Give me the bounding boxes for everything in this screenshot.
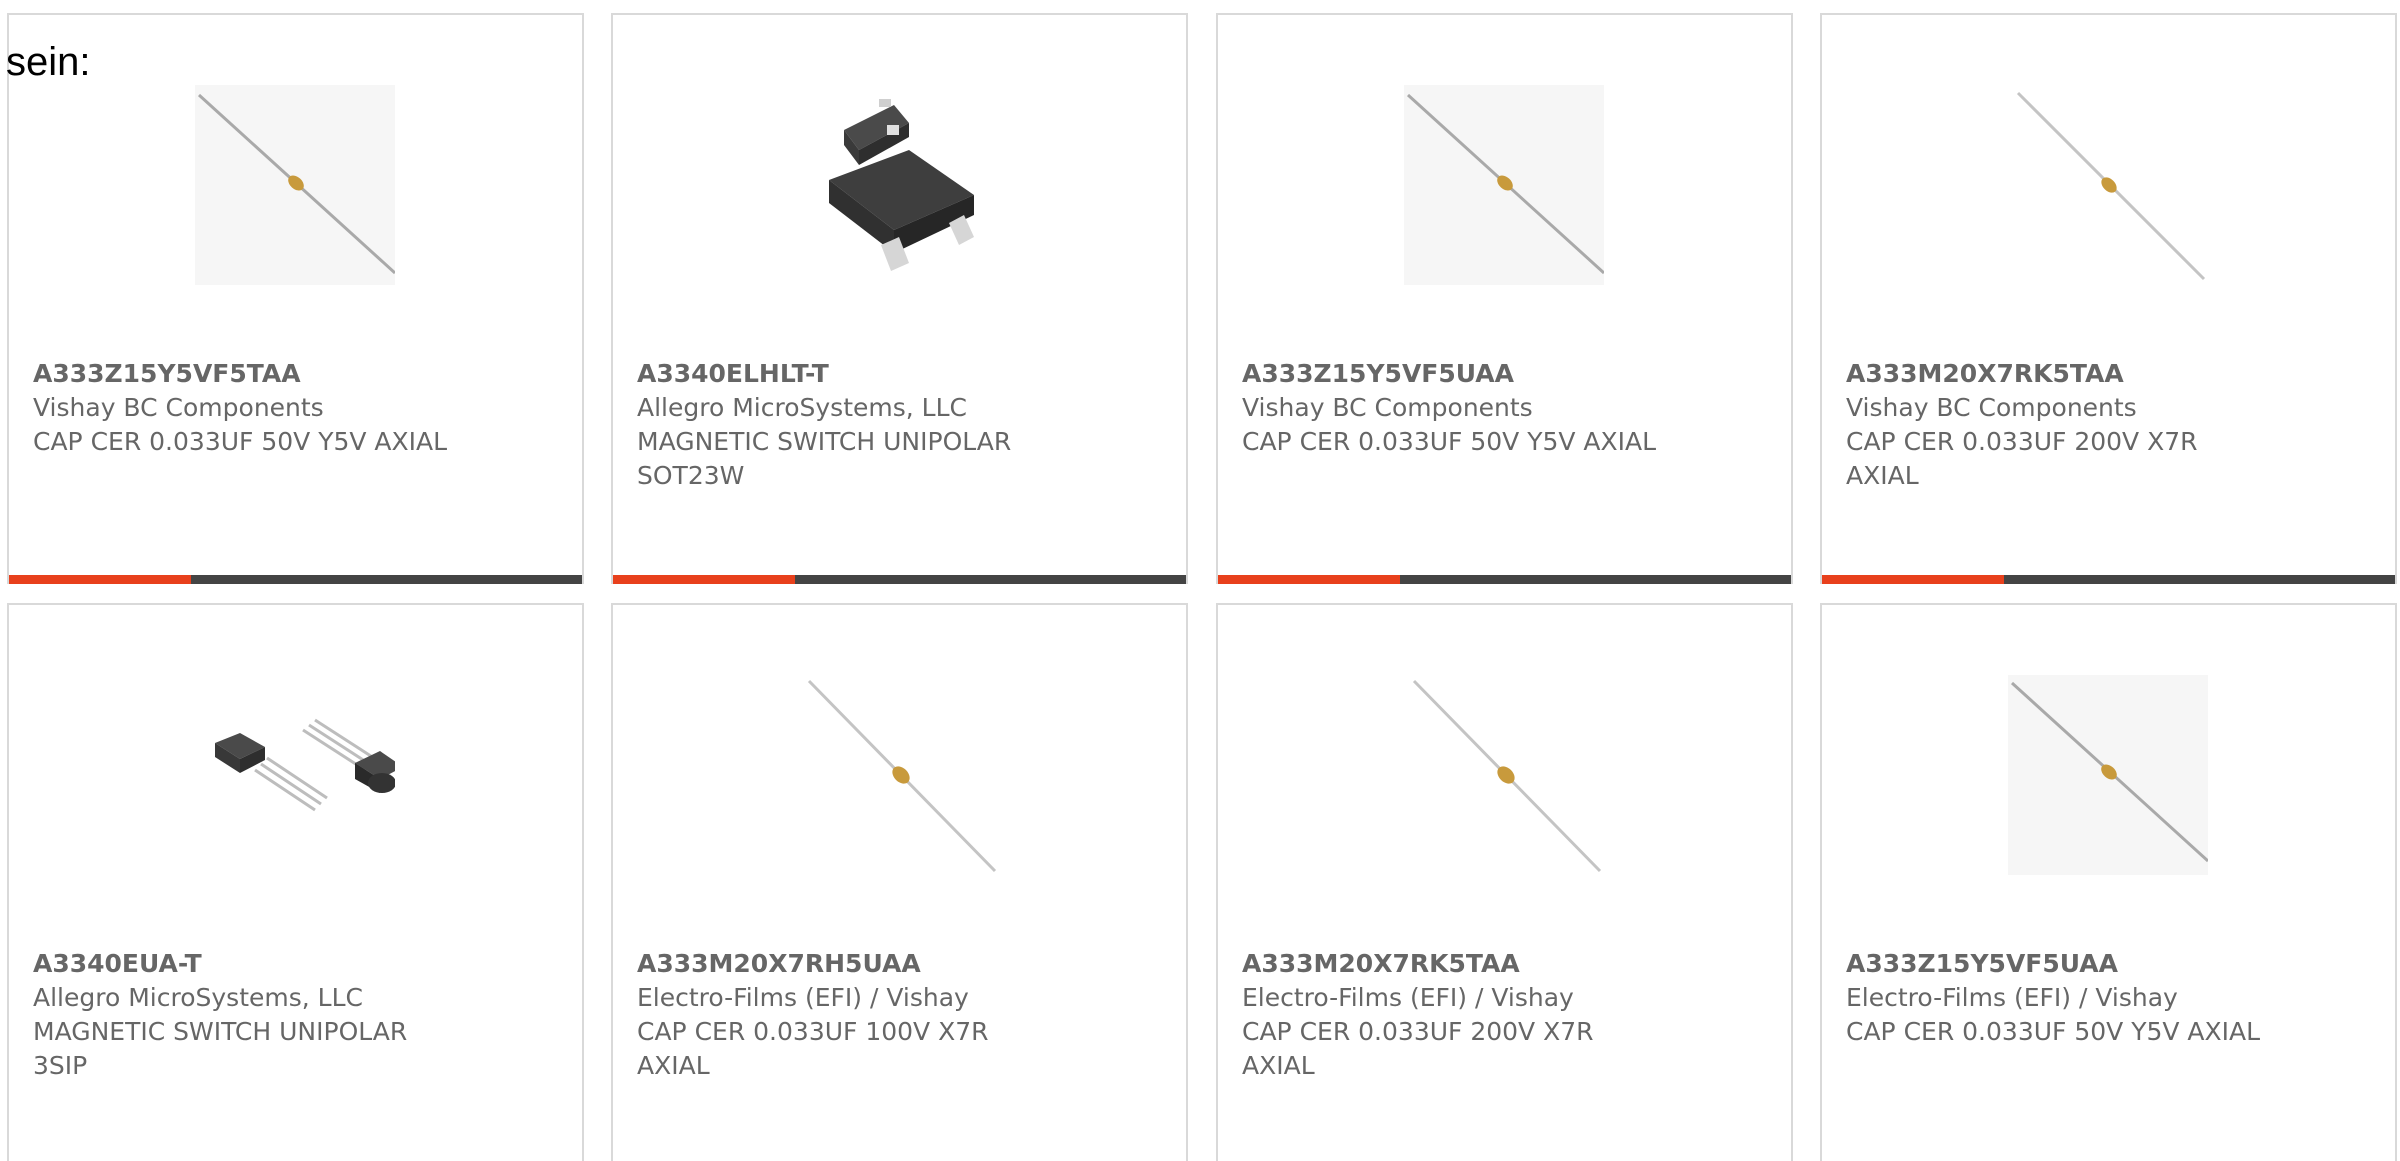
- product-image: [2008, 675, 2208, 875]
- part-number: A333Z15Y5VF5UAA: [1242, 359, 1514, 388]
- product-listing-page: sein: A333Z15Y5VF5TAA Vishay BC Componen…: [0, 0, 2400, 1161]
- manufacturer: Electro-Films (EFI) / Vishay: [1846, 983, 2178, 1012]
- product-info: A3340ELHLT-T Allegro MicroSystems, LLC M…: [637, 357, 1067, 493]
- product-info: A333Z15Y5VF5TAA Vishay BC Components CAP…: [33, 357, 463, 459]
- sot23-package-icon: [829, 99, 974, 271]
- accent-strip: [9, 575, 191, 584]
- description: CAP CER 0.033UF 100V X7R AXIAL: [637, 1017, 989, 1080]
- card-bottom-bar: [1218, 575, 1791, 584]
- axial-capacitor-icon: [2016, 91, 2206, 281]
- intro-text: sein:: [6, 40, 91, 84]
- part-number: A333M20X7RH5UAA: [637, 949, 921, 978]
- product-info: A333M20X7RK5TAA Vishay BC Components CAP…: [1846, 357, 2276, 493]
- manufacturer: Vishay BC Components: [1846, 393, 2137, 422]
- manufacturer: Electro-Films (EFI) / Vishay: [637, 983, 969, 1012]
- product-image: [2008, 85, 2208, 285]
- description: MAGNETIC SWITCH UNIPOLAR SOT23W: [637, 427, 1012, 490]
- part-number: A333M20X7RK5TAA: [1846, 359, 2124, 388]
- manufacturer: Allegro MicroSystems, LLC: [33, 983, 363, 1012]
- description: MAGNETIC SWITCH UNIPOLAR 3SIP: [33, 1017, 408, 1080]
- card-bottom-bar: [613, 575, 1186, 584]
- product-info: A3340EUA-T Allegro MicroSystems, LLC MAG…: [33, 947, 463, 1083]
- description: CAP CER 0.033UF 200V X7R AXIAL: [1846, 427, 2198, 490]
- product-card[interactable]: A333M20X7RK5TAA Vishay BC Components CAP…: [1820, 13, 2397, 584]
- axial-capacitor-icon: [1404, 85, 1604, 285]
- product-card[interactable]: A333M20X7RH5UAA Electro-Films (EFI) / Vi…: [611, 603, 1188, 1161]
- product-image: [799, 675, 999, 875]
- manufacturer: Vishay BC Components: [1242, 393, 1533, 422]
- part-number: A333M20X7RK5TAA: [1242, 949, 1520, 978]
- manufacturer: Vishay BC Components: [33, 393, 324, 422]
- description: CAP CER 0.033UF 50V Y5V AXIAL: [33, 427, 448, 456]
- product-card[interactable]: A3340EUA-T Allegro MicroSystems, LLC MAG…: [7, 603, 584, 1161]
- product-info: A333M20X7RH5UAA Electro-Films (EFI) / Vi…: [637, 947, 1067, 1083]
- description: CAP CER 0.033UF 50V Y5V AXIAL: [1242, 427, 1657, 456]
- part-number: A3340EUA-T: [33, 949, 202, 978]
- accent-strip: [1218, 575, 1400, 584]
- manufacturer: Allegro MicroSystems, LLC: [637, 393, 967, 422]
- product-info: A333M20X7RK5TAA Electro-Films (EFI) / Vi…: [1242, 947, 1672, 1083]
- description: CAP CER 0.033UF 200V X7R AXIAL: [1242, 1017, 1594, 1080]
- manufacturer: Electro-Films (EFI) / Vishay: [1242, 983, 1574, 1012]
- axial-capacitor-icon: [2008, 675, 2208, 875]
- accent-strip: [613, 575, 795, 584]
- part-number: A3340ELHLT-T: [637, 359, 829, 388]
- axial-capacitor-icon: [195, 85, 395, 285]
- product-card[interactable]: A3340ELHLT-T Allegro MicroSystems, LLC M…: [611, 13, 1188, 584]
- product-card[interactable]: A333Z15Y5VF5TAA Vishay BC Components CAP…: [7, 13, 584, 584]
- part-number: A333Z15Y5VF5UAA: [1846, 949, 2118, 978]
- axial-capacitor-icon: [1412, 679, 1602, 873]
- product-card[interactable]: A333Z15Y5VF5UAA Vishay BC Components CAP…: [1216, 13, 1793, 584]
- accent-strip: [1822, 575, 2004, 584]
- description: CAP CER 0.033UF 50V Y5V AXIAL: [1846, 1017, 2261, 1046]
- axial-capacitor-icon: [807, 679, 997, 873]
- part-number: A333Z15Y5VF5TAA: [33, 359, 301, 388]
- product-info: A333Z15Y5VF5UAA Vishay BC Components CAP…: [1242, 357, 1672, 459]
- product-info: A333Z15Y5VF5UAA Electro-Films (EFI) / Vi…: [1846, 947, 2276, 1049]
- sip3-package-icon: [215, 718, 395, 812]
- card-bottom-bar: [9, 575, 582, 584]
- product-image: [1404, 85, 1604, 285]
- product-image: [799, 85, 999, 285]
- product-image: [195, 675, 395, 875]
- product-card[interactable]: A333Z15Y5VF5UAA Electro-Films (EFI) / Vi…: [1820, 603, 2397, 1161]
- product-image: [195, 85, 395, 285]
- product-card[interactable]: A333M20X7RK5TAA Electro-Films (EFI) / Vi…: [1216, 603, 1793, 1161]
- card-bottom-bar: [1822, 575, 2395, 584]
- product-image: [1404, 675, 1604, 875]
